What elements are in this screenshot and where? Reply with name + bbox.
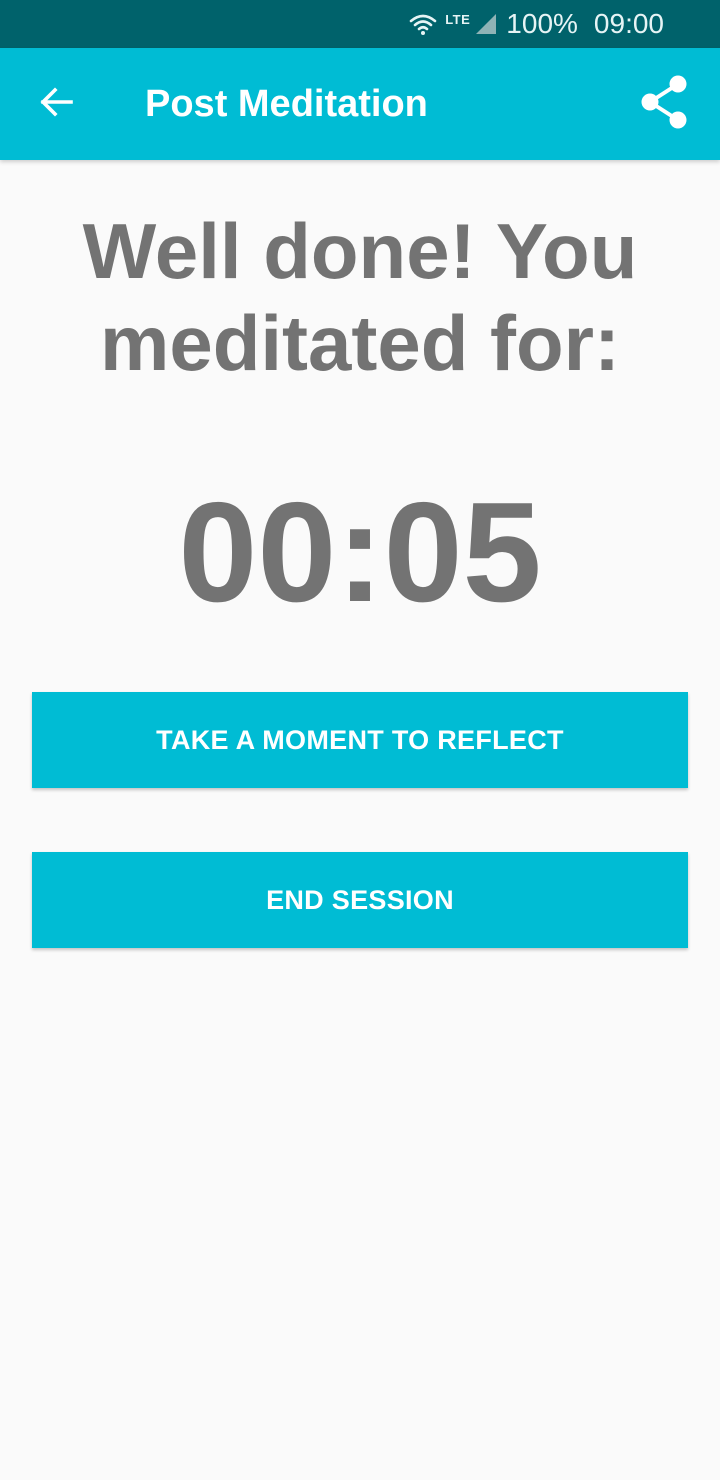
back-button[interactable] <box>24 74 88 134</box>
clock-time: 09:00 <box>593 8 664 39</box>
share-icon <box>639 74 689 135</box>
battery-percentage: 100% <box>506 8 578 39</box>
network-type-label: LTE <box>445 11 471 27</box>
end-session-button[interactable]: END SESSION <box>32 852 688 948</box>
app-bar: Post Meditation <box>0 48 720 160</box>
post-meditation-screen: LTE 100% 09:00 Post Meditation Well done… <box>0 0 720 1480</box>
page-title: Post Meditation <box>145 83 428 125</box>
reflect-button[interactable]: TAKE A MOMENT TO REFLECT <box>32 692 688 788</box>
status-bar: LTE 100% 09:00 <box>0 0 720 48</box>
arrow-back-icon <box>38 86 74 123</box>
wifi-icon <box>409 13 439 35</box>
share-button[interactable] <box>632 72 696 136</box>
completion-message: Well done! You meditated for: <box>82 207 638 387</box>
signal-icon <box>474 13 497 35</box>
meditation-duration: 00:05 <box>178 473 542 632</box>
